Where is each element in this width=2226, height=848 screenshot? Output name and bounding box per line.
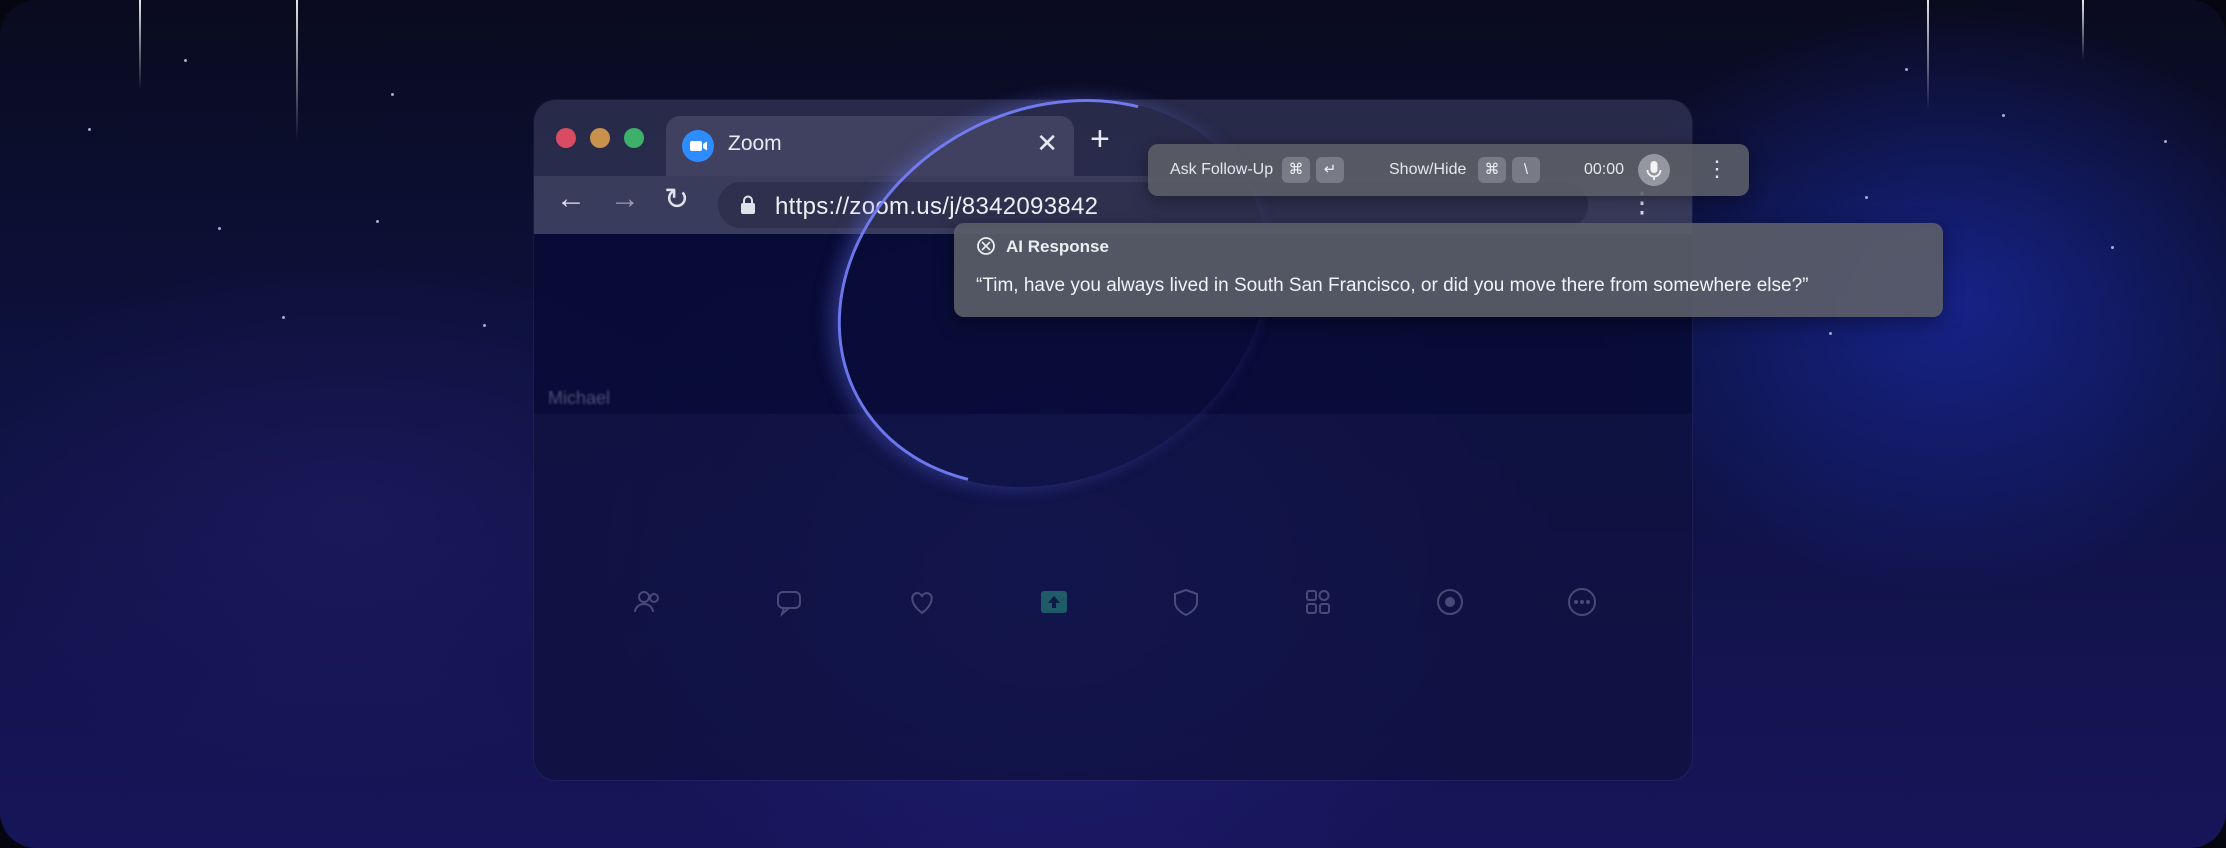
ai-sparkle-icon — [977, 237, 995, 255]
star — [483, 324, 486, 327]
close-window-button[interactable] — [556, 128, 576, 148]
ai-response-text: “Tim, have you always lived in South San… — [976, 275, 1809, 296]
record-icon[interactable] — [1434, 586, 1466, 618]
chat-icon[interactable] — [774, 586, 806, 618]
light-streak — [2082, 0, 2084, 60]
more-icon[interactable] — [1566, 586, 1598, 618]
meeting-controls — [534, 550, 1692, 670]
enter-key-badge: ↵ — [1316, 157, 1344, 183]
microphone-icon — [1646, 161, 1662, 180]
participant-name: Michael — [548, 388, 611, 408]
forward-arrow-icon[interactable]: → — [610, 182, 640, 216]
ai-response-title: AI Response — [1006, 237, 1109, 256]
share-screen-icon[interactable] — [1038, 586, 1070, 618]
reload-icon[interactable]: ↻ — [664, 182, 689, 217]
maximize-window-button[interactable] — [624, 128, 644, 148]
star — [391, 93, 394, 96]
star — [184, 59, 187, 62]
overlay-menu-icon[interactable]: ⋮ — [1706, 156, 1728, 182]
star — [282, 316, 285, 319]
show-hide-button[interactable]: Show/Hide — [1389, 161, 1466, 179]
background-stage: Zoom ✕ + ← → ↻ https://zoom.us/j/8342093… — [0, 0, 2226, 848]
backslash-key-badge: \ — [1512, 157, 1540, 183]
light-streak — [1927, 0, 1929, 110]
security-shield-icon[interactable] — [1170, 586, 1202, 618]
star — [2111, 246, 2114, 249]
ai-response-card: AI Response “Tim, have you always lived … — [954, 223, 1943, 317]
participants-icon[interactable] — [632, 586, 664, 618]
microphone-button[interactable] — [1638, 154, 1670, 186]
light-streak — [296, 0, 298, 140]
star — [2164, 140, 2167, 143]
star — [1905, 68, 1908, 71]
reactions-heart-icon[interactable] — [906, 586, 938, 618]
command-key-badge: ⌘ — [1282, 157, 1310, 183]
assistant-control-bar: Ask Follow-Up ⌘ ↵ Show/Hide ⌘ \ 00:00 ⋮ — [1148, 144, 1749, 196]
back-arrow-icon[interactable]: ← — [556, 182, 586, 216]
tab-title: Zoom — [728, 132, 782, 155]
command-key-badge: ⌘ — [1478, 157, 1506, 183]
star — [1865, 196, 1868, 199]
apps-icon[interactable] — [1302, 586, 1334, 618]
lock-icon — [741, 195, 755, 214]
light-streak — [139, 0, 141, 90]
star — [218, 227, 221, 230]
ask-follow-up-button[interactable]: Ask Follow-Up — [1170, 161, 1273, 179]
zoom-video-icon — [682, 130, 714, 162]
minimize-window-button[interactable] — [590, 128, 610, 148]
star — [1829, 332, 1832, 335]
star — [376, 220, 379, 223]
star — [88, 128, 91, 131]
recording-timer: 00:00 — [1584, 161, 1625, 178]
star — [2002, 114, 2005, 117]
